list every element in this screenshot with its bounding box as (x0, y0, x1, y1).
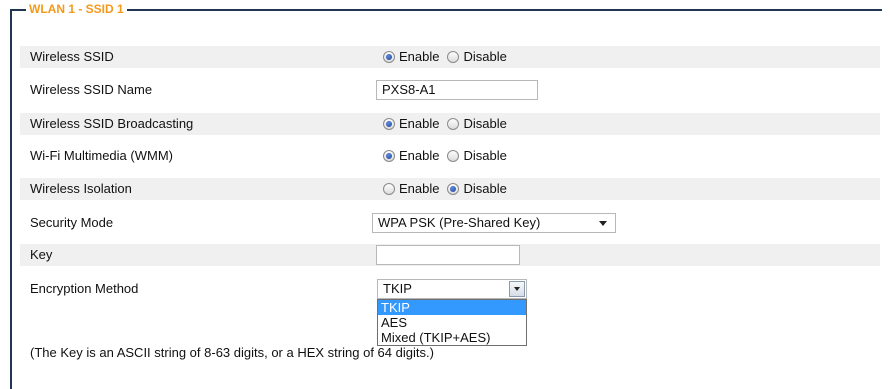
encryption-method-value: TKIP (383, 281, 412, 296)
isolation-disable-text: Disable (463, 181, 507, 196)
key-format-note: (The Key is an ASCII string of 8-63 digi… (30, 345, 434, 360)
encryption-option-aes[interactable]: AES (378, 315, 526, 330)
row-wmm: Wi-Fi Multimedia (WMM) Enable Disable (20, 145, 880, 167)
wmm-enable-radio[interactable] (383, 150, 395, 162)
dropdown-arrow-icon[interactable] (509, 281, 525, 297)
encryption-option-tkip[interactable]: TKIP (378, 300, 526, 315)
row-wireless-ssid: Wireless SSID Enable Disable (20, 46, 880, 68)
ssid-name-input[interactable]: PXS8-A1 (376, 80, 538, 100)
row-key: Key (20, 244, 880, 266)
ssid-broadcast-label: Wireless SSID Broadcasting (30, 116, 194, 131)
encryption-method-select[interactable]: TKIP (377, 279, 527, 299)
broadcast-disable-radio[interactable] (447, 118, 460, 130)
security-mode-value: WPA PSK (Pre-Shared Key) (378, 215, 541, 230)
isolation-enable-radio[interactable] (383, 183, 395, 195)
row-ssid-broadcast: Wireless SSID Broadcasting Enable Disabl… (20, 113, 880, 135)
section-title: WLAN 1 - SSID 1 (26, 2, 127, 16)
wmm-disable-radio[interactable] (447, 150, 460, 162)
encryption-method-label: Encryption Method (30, 281, 139, 296)
wmm-disable-text: Disable (463, 148, 507, 163)
wireless-ssid-disable-text: Disable (463, 49, 507, 64)
isolation-enable-text: Enable (399, 181, 440, 196)
wireless-ssid-label: Wireless SSID (30, 49, 114, 64)
isolation-disable-radio[interactable] (447, 183, 460, 195)
security-mode-select[interactable]: WPA PSK (Pre-Shared Key) (372, 213, 616, 233)
row-isolation: Wireless Isolation Enable Disable (20, 178, 880, 200)
wireless-ssid-disable-radio[interactable] (447, 51, 460, 63)
row-encryption-method: Encryption Method TKIP (20, 278, 880, 300)
row-ssid-name: Wireless SSID Name PXS8-A1 (20, 79, 880, 101)
encryption-option-mixed[interactable]: Mixed (TKIP+AES) (378, 330, 526, 345)
wireless-ssid-enable-radio[interactable] (383, 51, 395, 63)
broadcast-enable-text: Enable (399, 116, 440, 131)
wmm-enable-text: Enable (399, 148, 440, 163)
key-input[interactable] (376, 245, 520, 265)
wireless-ssid-enable-text: Enable (399, 49, 440, 64)
broadcast-enable-radio[interactable] (383, 118, 395, 130)
broadcast-disable-text: Disable (463, 116, 507, 131)
row-security-mode: Security Mode WPA PSK (Pre-Shared Key) (20, 212, 880, 234)
ssid-name-label: Wireless SSID Name (30, 82, 153, 97)
key-label: Key (30, 247, 53, 262)
wmm-label: Wi-Fi Multimedia (WMM) (30, 148, 173, 163)
chevron-down-icon (599, 221, 607, 226)
isolation-label: Wireless Isolation (30, 181, 132, 196)
encryption-method-options: TKIP AES Mixed (TKIP+AES) (377, 299, 527, 346)
security-mode-label: Security Mode (30, 215, 114, 230)
